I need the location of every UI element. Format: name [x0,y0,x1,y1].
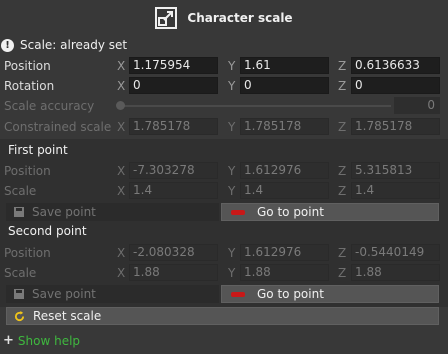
scale-accuracy-value[interactable]: 0 [394,97,440,114]
axis-x-label: X [117,59,126,73]
axis-y-label: Y [228,266,236,280]
second-point-position-label: Position [4,246,51,260]
second-point-title: Second point [8,224,87,238]
second-go-to-point-label: Go to point [257,287,324,301]
axis-z-label: Z [338,246,347,260]
axis-z-label: Z [338,266,347,280]
position-row: Position X 1.175954 Y 1.61 Z 0.6136633 [0,57,448,75]
second-point-scale-row: Scale X 1.88 Y 1.88 Z 1.88 [0,264,448,282]
axis-y-label: Y [228,164,236,178]
axis-x-label: X [117,79,126,93]
axis-y-label: Y [228,120,236,134]
second-point-scale-y: 1.88 [240,264,329,281]
first-point-scale-z: 1.4 [351,182,440,199]
red-marker-icon [231,209,245,215]
axis-y-label: Y [228,246,236,260]
first-save-point-label: Save point [32,205,96,219]
reset-scale-button[interactable]: Reset scale [6,307,439,325]
second-point-scale-x: 1.88 [129,264,218,281]
second-point-scale-z: 1.88 [351,264,440,281]
status-line: ! Scale: already set [0,37,127,53]
second-point-position-z: -0.5440149 [351,244,440,261]
first-point-scale-y: 1.4 [240,182,329,199]
second-point-section: Second point Position X -2.080328 Y 1.61… [0,223,448,307]
scale-accuracy-row: Scale accuracy 0 [0,97,448,115]
first-point-position-row: Position X -7.303278 Y 1.612976 Z 5.3158… [0,162,448,180]
reset-icon [14,310,25,321]
constrained-scale-z-field: 1.785178 [351,118,440,135]
axis-x-label: X [117,164,126,178]
position-x-field[interactable]: 1.175954 [129,57,218,74]
first-point-scale-row: Scale X 1.4 Y 1.4 Z 1.4 [0,182,448,200]
first-go-to-point-button[interactable]: Go to point [221,203,439,221]
axis-z-label: Z [338,79,347,93]
constrained-scale-x-field: 1.785178 [129,118,218,135]
first-point-position-x: -7.303278 [129,162,218,179]
red-marker-icon [231,291,245,297]
info-icon: ! [1,38,14,52]
slider-handle[interactable] [116,101,125,110]
second-point-scale-label: Scale [4,266,37,280]
first-go-to-point-label: Go to point [257,205,324,219]
axis-y-label: Y [228,184,236,198]
axis-x-label: X [117,184,126,198]
rotation-z-field[interactable]: 0 [351,77,440,94]
axis-x-label: X [117,246,126,260]
resize-icon [155,6,178,29]
scale-accuracy-label: Scale accuracy [4,99,95,113]
first-point-position-z: 5.315813 [351,162,440,179]
character-scale-panel: Character scale ! Scale: already set Pos… [0,0,448,354]
save-icon [14,207,24,217]
first-point-scale-x: 1.4 [129,182,218,199]
save-icon [14,289,24,299]
first-point-position-label: Position [4,164,51,178]
rotation-y-field[interactable]: 0 [240,77,329,94]
position-label: Position [4,59,51,73]
second-point-position-y: 1.612976 [240,244,329,261]
second-save-point-label: Save point [32,287,96,301]
rotation-x-field[interactable]: 0 [129,77,218,94]
constrained-scale-row: Constrained scale X 1.785178 Y 1.785178 … [0,118,448,136]
first-point-position-y: 1.612976 [240,162,329,179]
plus-icon: + [3,333,14,348]
axis-y-label: Y [228,79,236,93]
axis-x-label: X [117,266,126,280]
first-point-scale-label: Scale [4,184,37,198]
position-z-field[interactable]: 0.6136633 [351,57,440,74]
second-point-position-x: -2.080328 [129,244,218,261]
show-help-label: Show help [17,333,81,348]
first-point-section: First point Position X -7.303278 Y 1.612… [0,139,448,223]
second-go-to-point-button[interactable]: Go to point [221,285,439,303]
show-help-link[interactable]: + Show help [3,333,80,348]
first-point-title: First point [8,143,68,157]
axis-z-label: Z [338,120,347,134]
axis-z-label: Z [338,184,347,198]
panel-title: Character scale [187,10,293,25]
constrained-scale-y-field: 1.785178 [240,118,329,135]
second-save-point-button[interactable]: Save point [6,285,219,303]
axis-z-label: Z [338,164,347,178]
panel-header: Character scale [0,0,448,35]
axis-x-label: X [117,120,126,134]
rotation-row: Rotation X 0 Y 0 Z 0 [0,77,448,95]
first-save-point-button[interactable]: Save point [6,203,219,221]
rotation-label: Rotation [4,79,55,93]
status-text: Scale: already set [20,38,128,52]
constrained-scale-label: Constrained scale [4,120,112,134]
axis-z-label: Z [338,59,347,73]
scale-accuracy-slider[interactable] [119,105,391,107]
position-y-field[interactable]: 1.61 [240,57,329,74]
axis-y-label: Y [228,59,236,73]
second-point-position-row: Position X -2.080328 Y 1.612976 Z -0.544… [0,244,448,262]
reset-scale-label: Reset scale [33,309,102,323]
